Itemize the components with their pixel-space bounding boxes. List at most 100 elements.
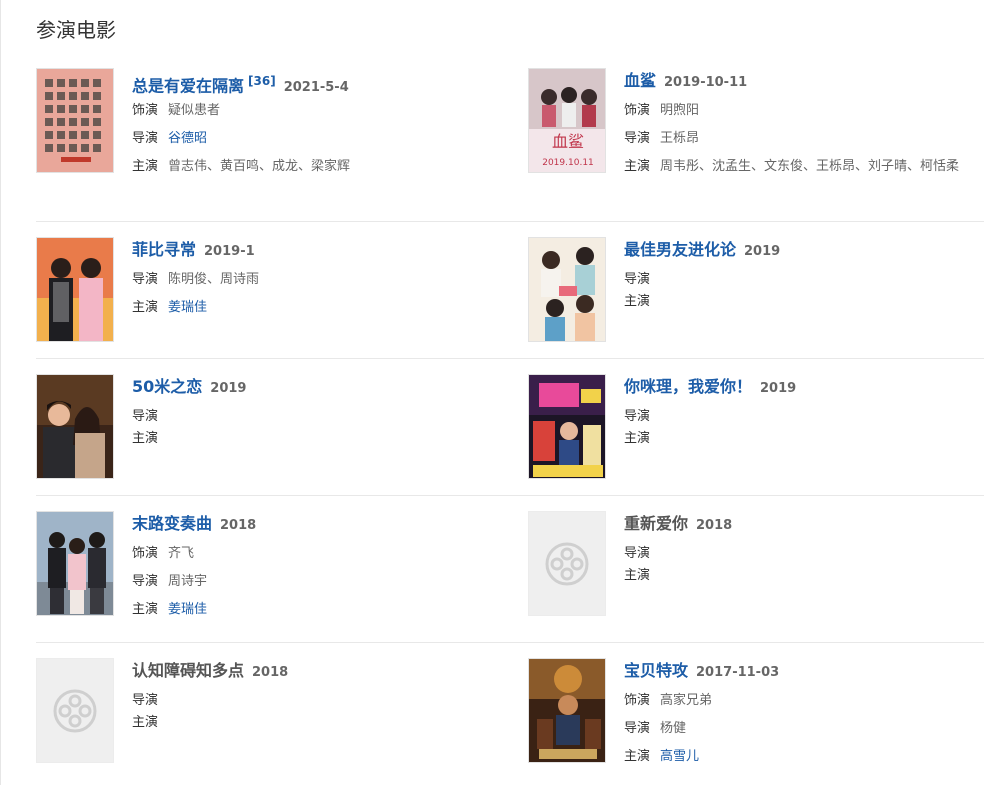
cast-value: 曾志伟、黄百鸣、成龙、梁家辉 — [168, 159, 351, 174]
film-poster[interactable] — [528, 374, 606, 479]
cast-link[interactable]: 高雪儿 — [660, 747, 699, 767]
cast-label: 主演 — [132, 159, 159, 174]
film-row: 认知障碍知多点 2018 导演 主演 宝贝特攻 2017-11-03 饰演 高家… — [36, 643, 984, 773]
film-date: 2017-11-03 — [696, 665, 780, 680]
role-label: 饰演 — [132, 546, 159, 561]
film-row: 末路变奏曲 2018 饰演齐飞 导演周诗宇 主演姜瑞佳 重新爱你 2018 — [36, 496, 984, 643]
film-poster[interactable]: 血鲨 2019.10.11 — [528, 68, 606, 173]
film-row: 菲比寻常 2019-1 导演 陈明俊、周诗雨 主演 姜瑞佳 最佳男友进化论 20… — [36, 222, 984, 359]
film-reel-icon — [545, 542, 589, 585]
cast-link[interactable]: 姜瑞佳 — [168, 298, 207, 318]
film-info: 末路变奏曲 2018 饰演 齐飞 导演 周诗宇 主演 姜瑞佳 — [132, 511, 492, 642]
cast-label: 主演 — [132, 602, 159, 617]
reference-link[interactable]: [36] — [248, 74, 276, 88]
film-title-link[interactable]: 血鲨 — [624, 71, 656, 90]
cast-label: 主演 — [624, 159, 651, 174]
role-label: 饰演 — [624, 103, 651, 118]
film-poster[interactable] — [528, 237, 606, 342]
film-info: 宝贝特攻 2017-11-03 饰演 高家兄弟 导演 杨健 主演 高雪儿 — [624, 658, 984, 773]
section-title: 参演电影 — [36, 18, 116, 42]
director-label: 导演 — [132, 409, 159, 424]
film-title-link[interactable]: 最佳男友进化论 — [624, 240, 736, 259]
film-poster[interactable] — [36, 374, 114, 479]
film-poster[interactable] — [36, 68, 114, 173]
role-value: 齐飞 — [168, 546, 195, 561]
poster-image — [37, 69, 113, 172]
role-value: 明煦阳 — [660, 103, 700, 118]
poster-title: 血鲨 — [552, 132, 584, 151]
film-item: 最佳男友进化论 2019 导演 主演 — [528, 237, 984, 358]
director-label: 导演 — [624, 272, 651, 287]
film-poster[interactable] — [528, 658, 606, 763]
film-date: 2018 — [220, 518, 257, 533]
poster-image — [37, 238, 113, 341]
director-label: 导演 — [624, 131, 651, 146]
role-label: 饰演 — [624, 693, 651, 708]
film-info: 血鲨 2019-10-11 饰演 明煦阳 导演 王栎昂 主演 周韦彤、沈孟生、文东俊、王… — [624, 68, 984, 221]
cast-label: 主演 — [132, 300, 159, 315]
film-poster[interactable] — [36, 511, 114, 616]
cast-label: 主演 — [132, 431, 159, 446]
film-item: 宝贝特攻 2017-11-03 饰演 高家兄弟 导演 杨健 主演 高雪儿 — [528, 658, 984, 773]
film-date: 2019-1 — [204, 244, 255, 259]
director-label: 导演 — [132, 693, 159, 708]
film-info: 你咪理，我爱你！ 2019 导演 主演 — [624, 374, 984, 495]
film-info: 菲比寻常 2019-1 导演 陈明俊、周诗雨 主演 姜瑞佳 — [132, 237, 492, 358]
director-value: 杨健 — [660, 721, 687, 736]
film-item: 总是有爱在隔离 [36] 2021-5-4 饰演 疑似患者 导演 谷德昭 主演 曾志伟、黄… — [36, 68, 528, 221]
director-value: 陈明俊、周诗雨 — [168, 272, 260, 287]
film-date: 2018 — [696, 518, 733, 533]
film-date: 2019-10-11 — [664, 75, 748, 90]
director-label: 导演 — [132, 574, 159, 589]
director-label: 导演 — [624, 546, 651, 561]
film-poster[interactable] — [36, 237, 114, 342]
film-item: 你咪理，我爱你！ 2019 导演 主演 — [528, 374, 984, 495]
cast-label: 主演 — [132, 715, 159, 730]
film-date: 2018 — [252, 665, 289, 680]
director-link[interactable]: 谷德昭 — [168, 129, 207, 149]
cast-link[interactable]: 姜瑞佳 — [168, 600, 207, 620]
poster-image — [529, 375, 605, 478]
film-title-link[interactable]: 末路变奏曲 — [132, 514, 212, 533]
poster-image — [37, 375, 113, 478]
director-value: 王栎昂 — [660, 131, 700, 146]
film-info: 认知障碍知多点 2018 导演 主演 — [132, 658, 492, 773]
poster-image — [529, 238, 605, 341]
film-title-link[interactable]: 菲比寻常 — [132, 240, 196, 259]
film-poster-placeholder[interactable] — [36, 658, 114, 763]
film-title: 认知障碍知多点 — [132, 661, 245, 680]
film-item: 50米之恋 2019 导演 主演 — [36, 374, 528, 495]
cast-value: 周韦彤、沈孟生、文东俊、王栎昂、刘子晴、柯恬柔 — [660, 159, 960, 174]
poster-date: 2019.10.11 — [542, 158, 594, 168]
director-label: 导演 — [624, 721, 651, 736]
film-date: 2019 — [760, 381, 797, 396]
left-border — [0, 0, 1, 785]
film-item: 重新爱你 2018 导演 主演 — [528, 511, 984, 642]
film-info: 重新爱你 2018 导演 主演 — [624, 511, 984, 642]
film-title: 重新爱你 — [624, 514, 689, 533]
cast-label: 主演 — [624, 749, 651, 764]
film-item: 菲比寻常 2019-1 导演 陈明俊、周诗雨 主演 姜瑞佳 — [36, 237, 528, 358]
director-label: 导演 — [132, 131, 159, 146]
film-item: 血鲨 2019.10.11 血鲨 2019-10-11 饰演 明煦阳 导演 王栎昂 主… — [528, 68, 984, 221]
film-date: 2019 — [744, 244, 781, 259]
film-title-link[interactable]: 宝贝特攻 — [624, 661, 688, 680]
film-reel-icon — [53, 689, 97, 732]
film-title-link[interactable]: 你咪理，我爱你！ — [624, 377, 752, 396]
poster-image: 血鲨 2019.10.11 — [529, 69, 605, 172]
film-title-link[interactable]: 50米之恋 — [132, 377, 202, 396]
cast-label: 主演 — [624, 431, 651, 446]
film-info: 最佳男友进化论 2019 导演 主演 — [624, 237, 984, 358]
film-poster-placeholder[interactable] — [528, 511, 606, 616]
director-label: 导演 — [132, 272, 159, 287]
role-label: 饰演 — [132, 103, 159, 118]
cast-label: 主演 — [624, 568, 651, 583]
film-title-link[interactable]: 总是有爱在隔离 — [132, 76, 244, 95]
film-item: 认知障碍知多点 2018 导演 主演 — [36, 658, 528, 773]
film-row: 50米之恋 2019 导演 主演 你咪理，我爱你！ 2019 导演 主演 — [36, 359, 984, 496]
role-value: 高家兄弟 — [660, 693, 713, 708]
film-info: 总是有爱在隔离 [36] 2021-5-4 饰演 疑似患者 导演 谷德昭 主演 曾志伟、黄… — [132, 68, 492, 221]
director-label: 导演 — [624, 409, 651, 424]
film-date: 2021-5-4 — [283, 80, 349, 96]
cast-label: 主演 — [624, 294, 651, 309]
